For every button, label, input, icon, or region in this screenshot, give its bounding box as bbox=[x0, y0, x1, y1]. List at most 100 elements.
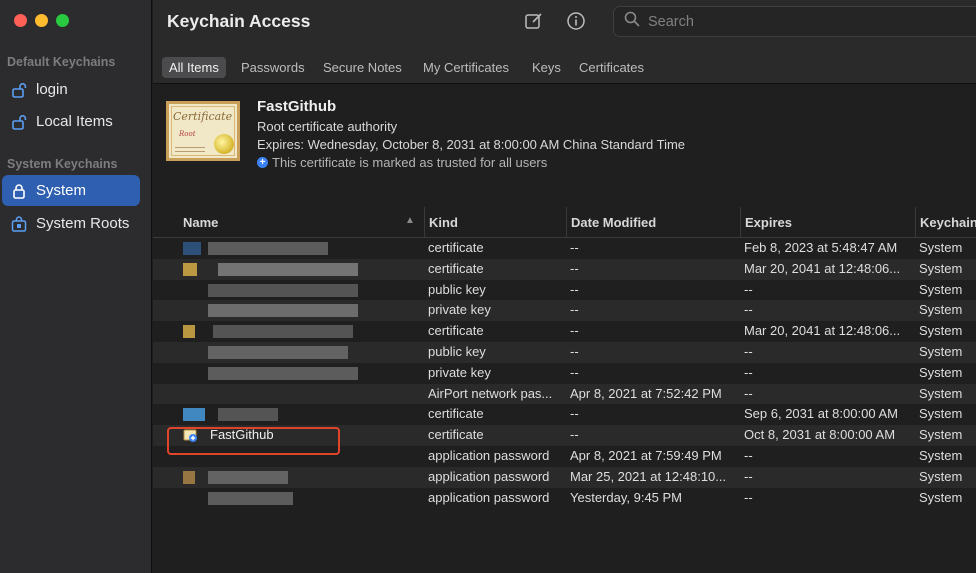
keychain-cell: System bbox=[919, 260, 963, 276]
expires-cell: Sep 6, 2031 at 8:00:00 AM bbox=[744, 406, 898, 422]
sidebar-item-label: System bbox=[36, 182, 87, 199]
keychain-cell: System bbox=[919, 302, 963, 318]
compose-icon[interactable] bbox=[523, 10, 545, 32]
name-cell-redacted bbox=[183, 384, 423, 405]
modified-cell: -- bbox=[570, 260, 579, 276]
modified-cell: Mar 25, 2021 at 12:48:10... bbox=[570, 468, 727, 484]
name-cell-redacted bbox=[183, 238, 423, 259]
keychain-cell: System bbox=[919, 281, 963, 297]
kind-cell: certificate bbox=[428, 260, 484, 276]
info-icon[interactable] bbox=[565, 10, 587, 32]
modified-cell: -- bbox=[570, 281, 579, 297]
column-header-keychain[interactable]: Keychain bbox=[915, 207, 976, 238]
table-row[interactable]: private key -- -- System bbox=[153, 363, 976, 384]
table-row[interactable]: certificate -- Feb 8, 2023 at 5:48:47 AM… bbox=[153, 238, 976, 259]
search-input[interactable] bbox=[648, 13, 948, 30]
table-row[interactable]: certificate -- Mar 20, 2041 at 12:48:06.… bbox=[153, 258, 976, 280]
column-header-kind[interactable]: Kind bbox=[424, 207, 566, 238]
expires-cell: -- bbox=[744, 364, 753, 380]
keychain-cell: System bbox=[919, 364, 963, 380]
keychain-cell: System bbox=[919, 427, 963, 443]
expires-cell: Mar 20, 2041 at 12:48:06... bbox=[744, 260, 901, 276]
column-header-expires[interactable]: Expires bbox=[740, 207, 915, 238]
sort-ascending-icon: ▲ bbox=[405, 215, 415, 226]
sidebar-item-system[interactable]: System bbox=[2, 175, 140, 206]
sidebar-item-label: System Roots bbox=[36, 215, 130, 232]
keychain-cell: System bbox=[919, 343, 963, 359]
tab-my-certificates[interactable]: My Certificates bbox=[416, 57, 516, 78]
section-default-keychains: Default Keychains bbox=[7, 55, 116, 69]
lock-icon bbox=[11, 183, 27, 199]
window-title: Keychain Access bbox=[167, 11, 311, 31]
kind-cell: AirPort network pas... bbox=[428, 385, 553, 401]
table-row[interactable]: private key -- -- System bbox=[153, 300, 976, 322]
items-table: Name ▲ Kind Date Modified Expires Keycha… bbox=[153, 207, 976, 508]
keychain-cell: System bbox=[919, 406, 963, 422]
detail-panel: Certificate Root FastGithub Root certifi… bbox=[153, 85, 976, 190]
kind-cell: certificate bbox=[428, 323, 484, 339]
expires-cell: Mar 20, 2041 at 12:48:06... bbox=[744, 323, 901, 339]
sidebar-item-login[interactable]: login bbox=[2, 74, 140, 105]
name-cell-redacted bbox=[183, 280, 423, 301]
tab-all-items[interactable]: All Items bbox=[162, 57, 226, 78]
table-row[interactable]: certificate -- Sep 6, 2031 at 8:00:00 AM… bbox=[153, 404, 976, 425]
keychain-cell: System bbox=[919, 468, 963, 484]
name-cell-redacted bbox=[183, 259, 423, 280]
kind-cell: public key bbox=[428, 343, 486, 359]
sidebar-item-local-items[interactable]: Local Items bbox=[2, 106, 140, 137]
kind-cell: application password bbox=[428, 468, 550, 484]
modified-cell: -- bbox=[570, 406, 579, 422]
close-window-button[interactable] bbox=[14, 14, 27, 27]
lock-open-icon bbox=[11, 82, 27, 98]
expires-cell: Feb 8, 2023 at 5:48:47 AM bbox=[744, 240, 898, 255]
table-header: Name ▲ Kind Date Modified Expires Keycha… bbox=[153, 207, 976, 238]
table-row[interactable]: public key -- -- System bbox=[153, 280, 976, 301]
kind-cell: private key bbox=[428, 302, 491, 318]
sidebar-item-system-roots[interactable]: System Roots bbox=[2, 208, 140, 239]
search-field[interactable] bbox=[613, 6, 976, 37]
detail-trust: + This certificate is marked as trusted … bbox=[257, 155, 547, 170]
table-row[interactable]: application password Yesterday, 9:45 PM … bbox=[153, 488, 976, 509]
category-tabs: All Items Passwords Secure Notes My Cert… bbox=[153, 52, 976, 84]
keychain-cell: System bbox=[919, 323, 963, 339]
cabinet-lock-icon bbox=[11, 215, 27, 232]
detail-name: FastGithub bbox=[257, 98, 337, 115]
tab-keys[interactable]: Keys bbox=[525, 57, 568, 78]
zoom-window-button[interactable] bbox=[56, 14, 69, 27]
certificate-image: Certificate Root bbox=[166, 101, 240, 161]
expires-cell: -- bbox=[744, 468, 753, 484]
name-cell-redacted bbox=[183, 488, 423, 509]
tab-secure-notes[interactable]: Secure Notes bbox=[316, 57, 409, 78]
certificate-image-script: Certificate bbox=[173, 110, 233, 123]
kind-cell: certificate bbox=[428, 406, 484, 422]
section-system-keychains: System Keychains bbox=[7, 157, 118, 171]
kind-cell: public key bbox=[428, 281, 486, 297]
table-row[interactable]: certificate -- Mar 20, 2041 at 12:48:06.… bbox=[153, 321, 976, 342]
modified-cell: Yesterday, 9:45 PM bbox=[570, 489, 683, 505]
detail-subtitle: Root certificate authority bbox=[257, 119, 398, 134]
column-header-date-modified[interactable]: Date Modified bbox=[566, 207, 741, 238]
table-row[interactable]: public key -- -- System bbox=[153, 341, 976, 363]
expires-cell: -- bbox=[744, 302, 753, 318]
modified-cell: Apr 8, 2021 at 7:52:42 PM bbox=[570, 385, 722, 401]
kind-cell: certificate bbox=[428, 427, 484, 443]
tab-certificates[interactable]: Certificates bbox=[572, 57, 651, 78]
sidebar-item-label: Local Items bbox=[36, 113, 113, 130]
keychain-cell: System bbox=[919, 240, 963, 255]
column-header-name[interactable]: Name bbox=[183, 207, 423, 238]
kind-cell: application password bbox=[428, 489, 550, 505]
name-cell-redacted bbox=[183, 342, 423, 363]
keychain-cell: System bbox=[919, 489, 963, 505]
name-cell-redacted bbox=[183, 300, 423, 321]
keychain-cell: System bbox=[919, 385, 963, 401]
minimize-window-button[interactable] bbox=[35, 14, 48, 27]
search-icon bbox=[624, 11, 640, 32]
expires-cell: -- bbox=[744, 447, 753, 463]
name-cell-redacted bbox=[183, 321, 423, 342]
tab-passwords[interactable]: Passwords bbox=[234, 57, 312, 78]
table-row[interactable]: application password Mar 25, 2021 at 12:… bbox=[153, 466, 976, 488]
table-row[interactable]: AirPort network pas... Apr 8, 2021 at 7:… bbox=[153, 383, 976, 405]
toolbar: Keychain Access bbox=[153, 0, 976, 52]
annotation-highlight-box bbox=[167, 427, 340, 455]
window-controls bbox=[14, 14, 69, 27]
